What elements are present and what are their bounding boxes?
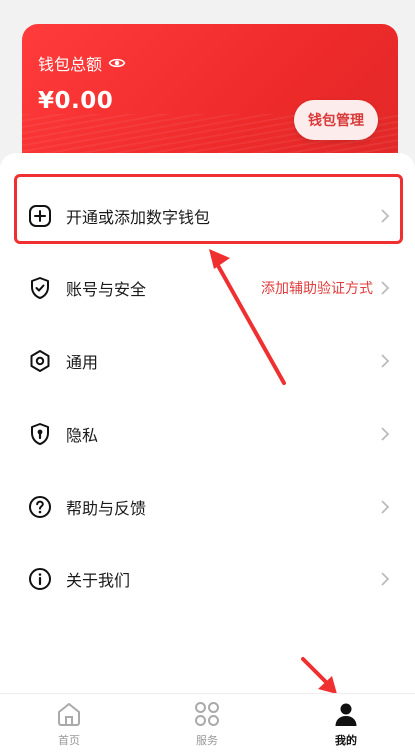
chevron-right-icon [381,281,390,295]
menu-item-label: 开通或添加数字钱包 [66,208,211,227]
tab-home[interactable]: 首页 [0,694,138,752]
info-circle-icon [29,568,51,590]
hexagon-settings-icon [30,350,50,372]
chevron-right-icon [381,572,390,586]
wallet-title: 钱包总额 [38,55,103,74]
menu-item-label: 关于我们 [66,571,131,590]
eye-icon[interactable] [108,54,126,72]
menu-item-label: 帮助与反馈 [66,499,147,518]
shield-check-icon [31,277,49,299]
chevron-right-icon [381,500,390,514]
privacy-keyhole-icon [31,423,49,445]
menu-item-label: 通用 [66,353,99,372]
tab-label: 首页 [58,733,80,747]
menu-item-label: 账号与安全 [66,280,147,299]
chevron-right-icon [381,354,390,368]
wallet-manage-button[interactable]: 钱包管理 [294,100,378,140]
tab-label: 我的 [335,733,357,747]
menu-item-general[interactable]: 通用 [0,331,415,391]
menu-item-account-security[interactable]: 账号与安全 添加辅助验证方式 [0,258,415,318]
menu-item-about-us[interactable]: 关于我们 [0,549,415,609]
chevron-right-icon [381,427,390,441]
menu-item-privacy[interactable]: 隐私 [0,404,415,464]
grid-icon [195,701,219,726]
bottom-tab-bar: 首页 服务 我的 [0,693,415,752]
home-icon [58,702,80,726]
menu-item-extra-text[interactable]: 添加辅助验证方式 [261,278,373,298]
menu-item-label: 隐私 [66,426,99,445]
tab-services[interactable]: 服务 [138,694,276,752]
wallet-amount: ¥0.00 [38,88,114,114]
plus-circle-icon [29,205,51,227]
tab-mine[interactable]: 我的 [277,694,415,752]
menu-item-add-wallet[interactable]: 开通或添加数字钱包 [0,186,415,246]
chevron-right-icon [381,209,390,223]
menu-item-help-feedback[interactable]: 帮助与反馈 [0,477,415,537]
user-icon [335,703,357,726]
wallet-title-row: 钱包总额 [38,51,126,75]
tab-label: 服务 [196,733,218,747]
help-circle-icon [29,496,51,518]
